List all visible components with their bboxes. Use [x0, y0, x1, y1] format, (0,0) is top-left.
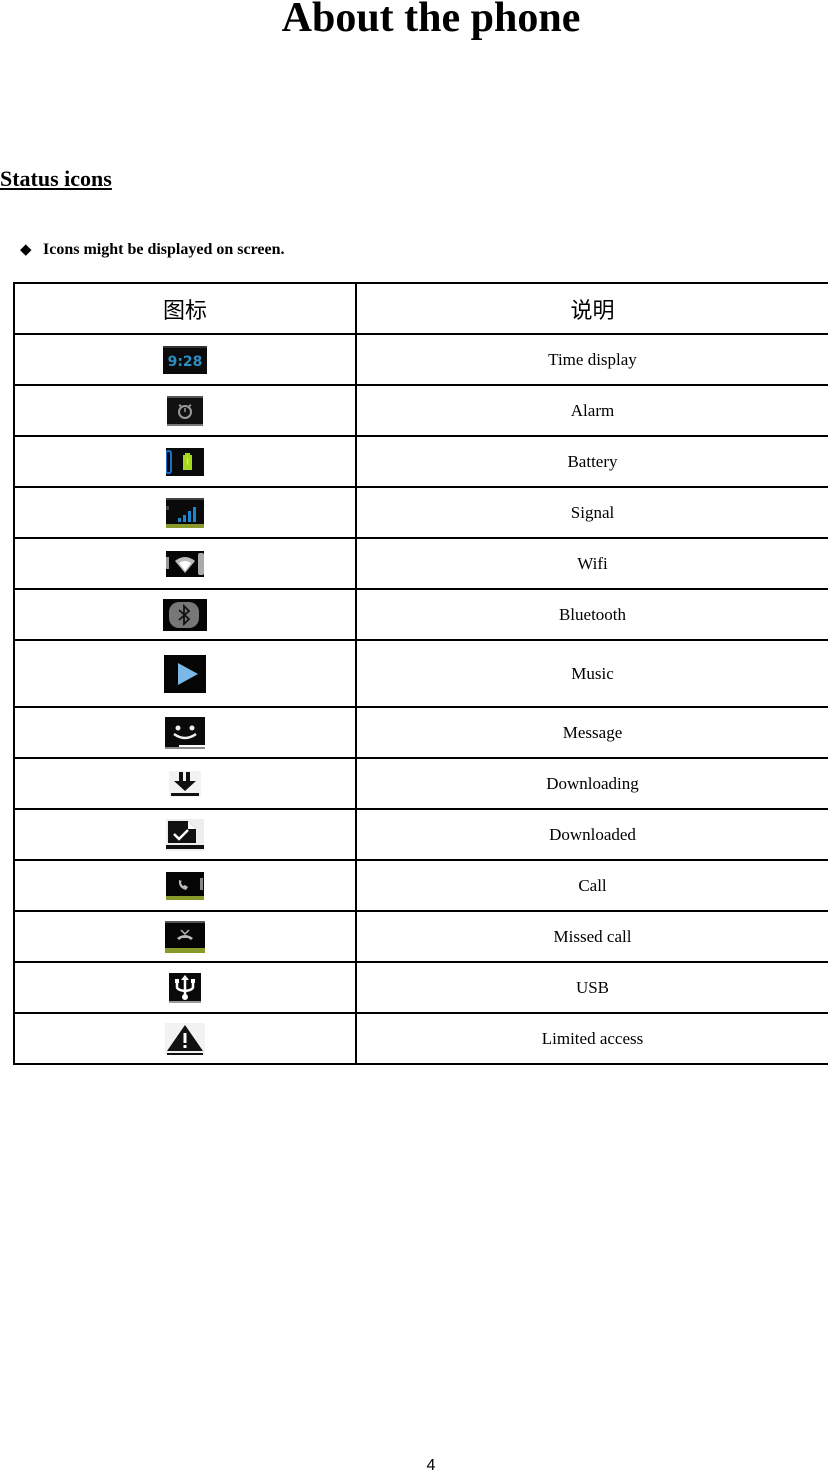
downloading-icon — [169, 770, 201, 797]
row-label: Downloading — [355, 757, 828, 810]
time-display-icon: 9:28 — [163, 345, 207, 374]
table-row: Message — [13, 706, 828, 759]
table-row: Call — [13, 859, 828, 912]
page-title: About the phone — [281, 0, 581, 41]
message-icon — [165, 716, 205, 749]
header-icon-column: 图标 — [13, 282, 357, 335]
row-label: Call — [355, 859, 828, 912]
usb-icon — [169, 972, 201, 1003]
row-label: Wifi — [355, 537, 828, 590]
page-number: 4 — [426, 1457, 436, 1474]
wifi-icon — [166, 550, 204, 577]
table-row: Wifi — [13, 537, 828, 590]
row-label: Music — [355, 639, 828, 708]
table-row: Downloaded — [13, 808, 828, 861]
row-label: Time display — [355, 333, 828, 386]
row-label: Battery — [355, 435, 828, 488]
table-row: Missed call — [13, 910, 828, 963]
row-label: Bluetooth — [355, 588, 828, 641]
row-label: Alarm — [355, 384, 828, 437]
bullet-item: ◆ Icons might be displayed on screen. — [20, 239, 285, 261]
table-header-row: 图标 说明 — [13, 282, 828, 335]
bullet-text: Icons might be displayed on screen. — [43, 241, 285, 258]
row-label: Signal — [355, 486, 828, 539]
missed-call-icon — [165, 920, 205, 953]
header-description-column: 说明 — [355, 282, 828, 335]
row-label: Missed call — [355, 910, 828, 963]
time-display-text: 9:28 — [168, 354, 203, 370]
table-row: Battery — [13, 435, 828, 488]
table-row: Bluetooth — [13, 588, 828, 641]
row-label: Downloaded — [355, 808, 828, 861]
alarm-icon — [167, 395, 203, 426]
table-row: 9:28 Time display — [13, 333, 828, 386]
music-play-icon — [164, 654, 206, 693]
table-row: Signal — [13, 486, 828, 539]
section-heading: Status icons — [0, 166, 112, 191]
battery-icon — [165, 447, 204, 476]
signal-icon — [166, 497, 204, 528]
diamond-bullet-icon: ◆ — [20, 242, 32, 258]
table-row: Downloading — [13, 757, 828, 810]
row-label: USB — [355, 961, 828, 1014]
row-label: Limited access — [355, 1012, 828, 1065]
row-label: Message — [355, 706, 828, 759]
table-row: Limited access — [13, 1012, 828, 1065]
downloaded-icon — [166, 818, 204, 851]
table-row: USB — [13, 961, 828, 1014]
table-row: Music — [13, 639, 828, 708]
call-icon — [166, 871, 204, 900]
bluetooth-icon — [163, 598, 207, 631]
status-icons-table: 图标 说明 9:28 Time display Alarm Battery Si… — [13, 282, 828, 1065]
table-row: Alarm — [13, 384, 828, 437]
limited-access-warning-icon — [165, 1022, 205, 1055]
